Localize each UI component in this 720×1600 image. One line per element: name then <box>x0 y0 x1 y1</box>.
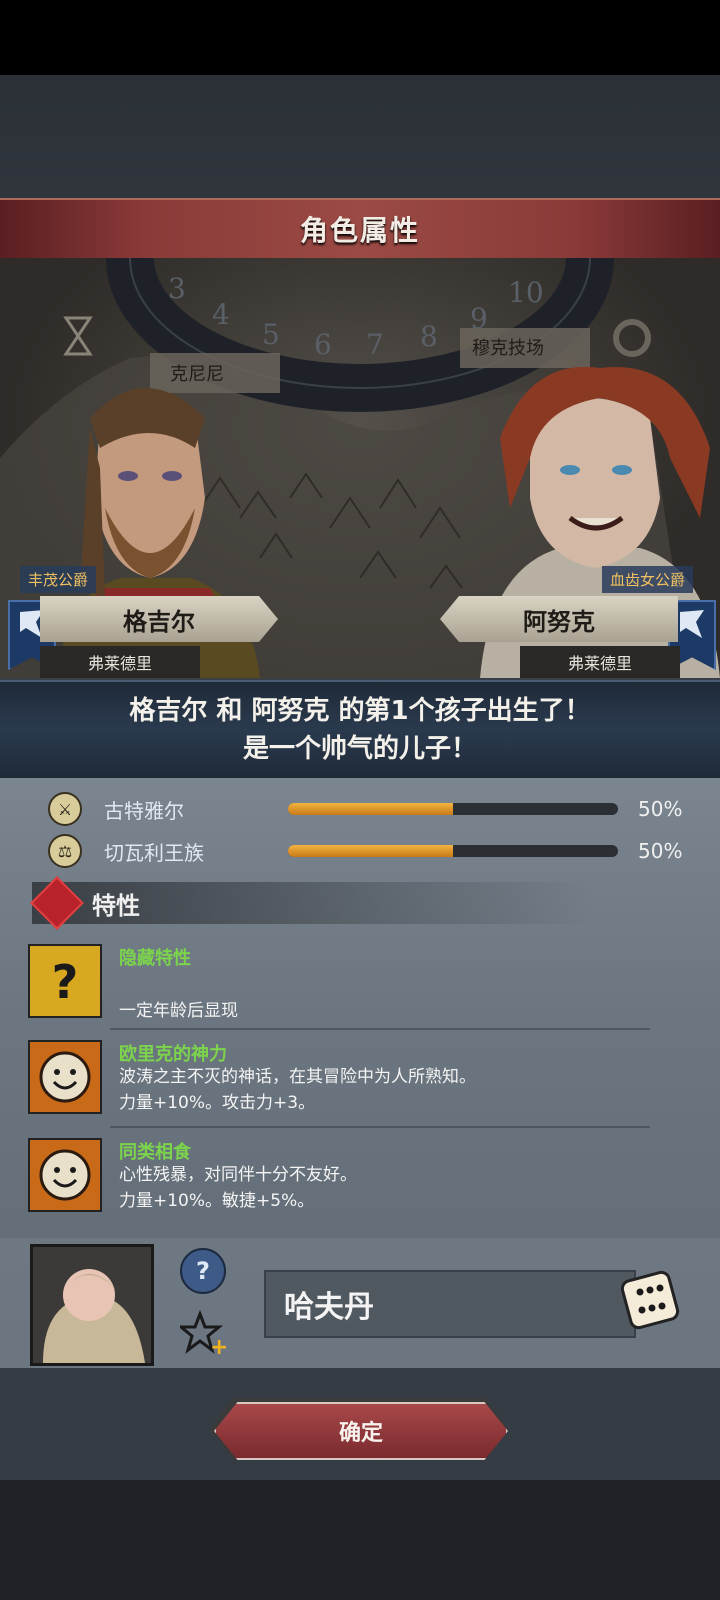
hourglass-icon <box>63 316 93 356</box>
traits-title: 特性 <box>92 891 140 920</box>
trait-desc: 心性残暴，对同伴十分不友好。 <box>119 1165 357 1185</box>
lineage-bar <box>288 845 618 857</box>
smiling-sun-icon <box>28 1138 102 1212</box>
mother-name: 阿努克 <box>440 596 678 642</box>
trait-item[interactable]: ? 隐藏特性 一定年龄后显现 <box>28 944 688 1030</box>
dial-number: 3 <box>168 272 186 305</box>
dial-number: 7 <box>366 328 384 361</box>
trait-name: 同类相食 <box>119 1142 191 1163</box>
swaddled-baby-icon <box>43 1269 145 1363</box>
top-black-bar <box>0 0 720 75</box>
svg-text:?: ? <box>52 955 79 1009</box>
trait-name: 隐藏特性 <box>119 948 191 969</box>
trait-name: 欧里克的神力 <box>119 1044 227 1065</box>
dial-number: 9 <box>470 302 488 335</box>
dial-number: 4 <box>212 298 230 331</box>
trait-item[interactable]: 同类相食 心性残暴，对同伴十分不友好。 力量+10%。敏捷+5%。 <box>28 1138 688 1224</box>
father-rank: 丰茂公爵 <box>20 566 97 593</box>
lineage-percent: 50% <box>638 839 683 863</box>
traits-header: 特性 <box>30 876 592 930</box>
birth-line-2: 是一个帅气的儿子！ <box>242 734 477 764</box>
lineage-name: 切瓦利王族 <box>104 840 204 865</box>
mother-house: 弗莱德里 <box>520 646 680 678</box>
plus-icon: + <box>210 1335 226 1356</box>
clan-emblem-icon: ⚔ <box>48 792 82 826</box>
birth-line-1: 格吉尔 和 阿努克 的第1个孩子出生了！ <box>129 696 591 726</box>
trait-desc: 力量+10%。敏捷+5%。 <box>119 1191 315 1211</box>
wolf-crest-icon <box>680 610 704 638</box>
trait-desc: 力量+10%。攻击力+3。 <box>119 1093 316 1113</box>
favorite-star-button[interactable]: + <box>180 1310 226 1356</box>
scales-emblem-icon: ⚖ <box>48 834 82 868</box>
dial-number: 5 <box>262 318 280 351</box>
dial-number: 8 <box>420 320 438 353</box>
lineage-bar-fill <box>288 803 453 815</box>
dice-randomize-button[interactable] <box>618 1268 682 1332</box>
dial-number: 6 <box>314 328 332 361</box>
child-name-input[interactable]: 哈夫丹 <box>264 1270 636 1338</box>
trait-item[interactable]: 欧里克的神力 波涛之主不灭的神话，在其冒险中为人所熟知。 力量+10%。攻击力+… <box>28 1040 688 1126</box>
question-mark-icon: ? <box>28 944 102 1018</box>
bottom-bar <box>0 1480 720 1600</box>
lineage-bar-fill <box>288 845 453 857</box>
trait-desc: 一定年龄后显现 <box>119 1001 238 1021</box>
lineage-row: ⚔ 古特雅尔 50% <box>48 792 698 826</box>
father-name: 格吉尔 <box>40 596 278 642</box>
trait-desc: 波涛之主不灭的神话，在其冒险中为人所熟知。 <box>119 1067 476 1087</box>
dial-number: 10 <box>508 276 544 309</box>
divider <box>110 1126 650 1128</box>
divider <box>110 1028 650 1030</box>
smiling-sun-icon <box>28 1040 102 1114</box>
lineage-row: ⚖ 切瓦利王族 50% <box>48 834 698 868</box>
mother-rank: 血齿女公爵 <box>602 566 694 593</box>
lineage-name: 古特雅尔 <box>104 798 184 823</box>
confirm-button[interactable]: 确定 <box>214 1402 508 1460</box>
help-button[interactable]: ? <box>180 1248 226 1294</box>
lineage-bar <box>288 803 618 815</box>
father-house: 弗莱德里 <box>40 646 200 678</box>
birth-announcement: 格吉尔 和 阿努克 的第1个孩子出生了！ 是一个帅气的儿子！ <box>0 680 720 780</box>
baby-portrait <box>30 1244 154 1366</box>
dialog-title: 角色属性 <box>299 214 420 247</box>
lineage-percent: 50% <box>638 797 683 821</box>
title-bar: 角色属性 <box>0 198 720 260</box>
flame-icon <box>30 876 84 930</box>
